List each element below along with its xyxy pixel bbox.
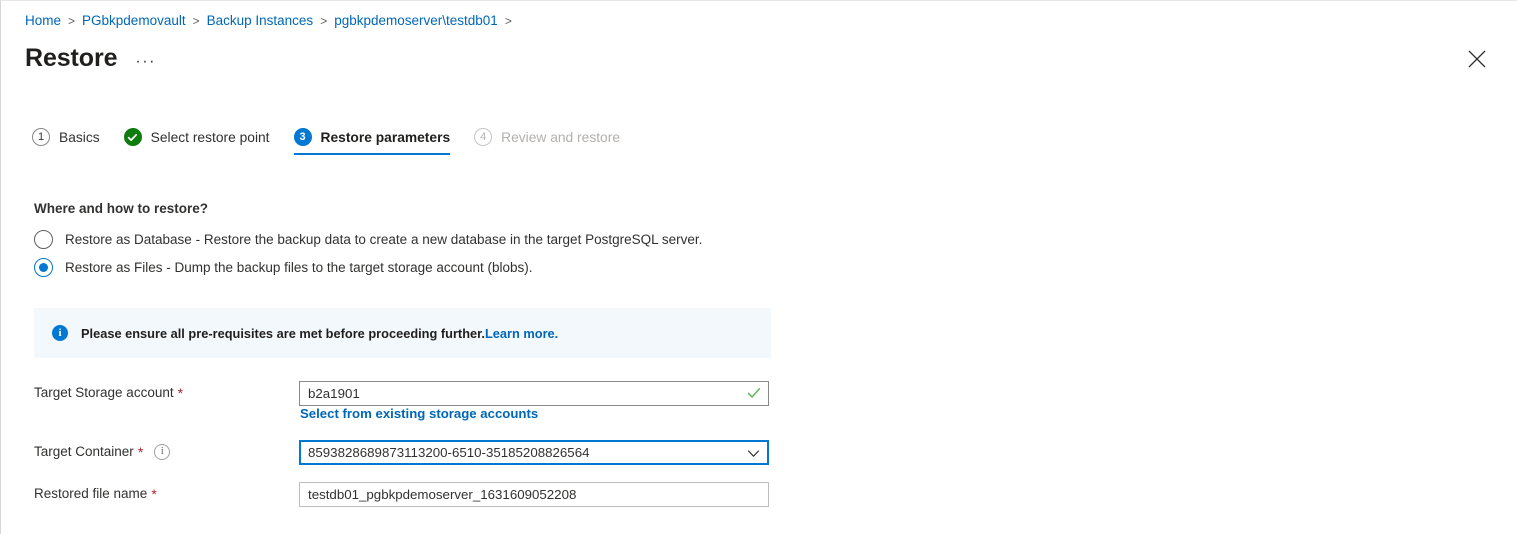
radio-restore-as-files[interactable]: Restore as Files - Dump the backup files… [34,258,702,277]
check-circle-icon [123,128,142,146]
label-text: Target Storage account [34,385,174,400]
radio-circle-icon [34,230,53,249]
field-restored-file-name: Restored file name * [34,482,769,507]
info-icon: i [52,325,68,341]
field-label: Restored file name * [34,482,299,506]
field-label: Target Container * i [34,440,299,464]
learn-more-link[interactable]: Learn more. [485,326,558,341]
close-icon[interactable] [1464,46,1490,72]
radio-circle-selected-icon [34,258,53,277]
required-marker: * [137,444,144,460]
restore-blade: Home > PGbkpdemovault > Backup Instances… [0,0,1517,534]
breadcrumb: Home > PGbkpdemovault > Backup Instances… [25,12,519,30]
more-menu-button[interactable]: ··· [135,53,155,69]
select-existing-storage-accounts-link[interactable]: Select from existing storage accounts [300,406,538,421]
breadcrumb-separator-icon: > [192,14,200,28]
info-tooltip-icon[interactable]: i [154,444,171,460]
breadcrumb-item-vault[interactable]: PGbkpdemovault [82,12,186,30]
section-heading: Where and how to restore? [34,201,209,216]
field-label: Target Storage account * [34,381,299,405]
breadcrumb-separator-icon: > [504,14,512,28]
banner-message: Please ensure all pre-requisites are met… [81,325,485,341]
banner-text: Please ensure all pre-requisites are met… [81,326,558,341]
input-wrapper [299,381,769,406]
required-marker: * [177,385,184,401]
radio-label: Restore as Files - Dump the backup files… [65,260,533,275]
step-number-badge: 3 [293,128,312,146]
title-row: Restore ··· [25,42,156,74]
field-target-container: Target Container * i [34,440,769,465]
wizard-steps: 1 Basics Select restore point 3 Restore … [32,128,644,155]
wizard-step-basics[interactable]: 1 Basics [32,128,100,155]
wizard-step-label: Restore parameters [320,129,451,145]
wizard-step-label: Select restore point [150,129,270,145]
breadcrumb-item-home[interactable]: Home [25,12,61,30]
breadcrumb-item-instance[interactable]: pgbkpdemoserver\testdb01 [334,12,498,30]
wizard-step-label: Basics [59,129,100,145]
target-container-select[interactable] [299,440,769,465]
required-marker: * [151,486,157,502]
input-wrapper [299,440,769,465]
step-number-badge: 1 [32,128,50,146]
target-storage-account-input[interactable] [299,381,769,406]
breadcrumb-item-backup-instances[interactable]: Backup Instances [207,12,314,30]
label-text: Restored file name [34,486,148,501]
radio-label: Restore as Database - Restore the backup… [65,232,703,247]
wizard-step-review-and-restore[interactable]: 4 Review and restore [474,128,620,155]
wizard-step-label: Review and restore [501,129,620,145]
restore-mode-radio-group: Restore as Database - Restore the backup… [34,230,702,286]
page-title: Restore [25,44,118,72]
breadcrumb-separator-icon: > [320,14,328,28]
wizard-step-select-restore-point[interactable]: Select restore point [123,128,270,155]
step-number-badge: 4 [474,128,493,146]
field-target-storage-account: Target Storage account * [34,381,769,406]
breadcrumb-separator-icon: > [68,14,76,28]
prerequisites-info-banner: i Please ensure all pre-requisites are m… [34,308,771,358]
radio-restore-as-database[interactable]: Restore as Database - Restore the backup… [34,230,702,249]
restored-file-name-input[interactable] [299,482,769,507]
input-wrapper [299,482,769,507]
label-text: Target Container [34,444,134,459]
wizard-step-restore-parameters[interactable]: 3 Restore parameters [293,128,451,155]
